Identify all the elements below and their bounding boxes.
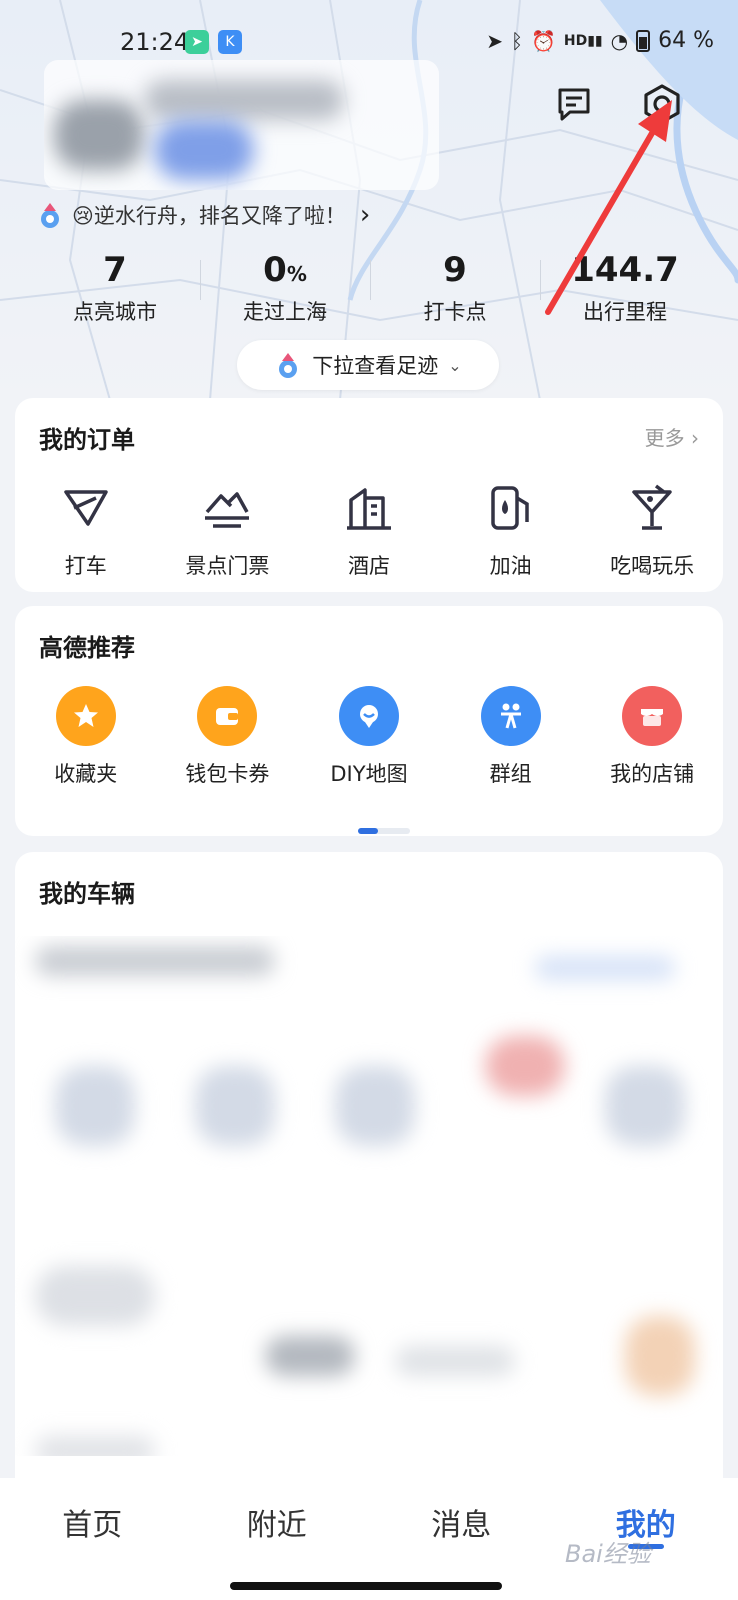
orders-grid: 打车 景点门票 酒店 加油 吃喝玩乐 — [15, 478, 723, 580]
bluetooth-icon: ᛒ — [510, 28, 523, 53]
message-icon — [558, 88, 590, 121]
orders-card: 我的订单 更多 › 打车 景点门票 酒店 加油 吃喝玩乐 — [15, 398, 723, 592]
username-blurred — [144, 80, 344, 120]
orders-more-link[interactable]: 更多 › — [645, 422, 699, 451]
home-indicator[interactable] — [230, 1582, 502, 1590]
stat-mileage[interactable]: 144.7 出行里程 — [540, 250, 710, 330]
order-label: 吃喝玩乐 — [610, 554, 695, 578]
settings-button[interactable] — [638, 80, 686, 128]
message-button[interactable] — [550, 80, 598, 128]
group-icon — [480, 686, 541, 746]
vehicle-content-blurred — [15, 936, 723, 1456]
order-fuel[interactable]: 加油 — [440, 478, 582, 580]
profile-card-blurred[interactable] — [44, 60, 439, 190]
taxi-icon — [56, 478, 116, 538]
wifi-icon: ◔ — [610, 28, 629, 53]
stat-label: 打卡点 — [423, 300, 487, 324]
travel-stats: 7 点亮城市 0% 走过上海 9 打卡点 144.7 出行里程 — [30, 250, 710, 330]
stat-value: 0 — [263, 250, 287, 290]
page-indicator — [358, 828, 410, 834]
order-label: 加油 — [489, 554, 532, 578]
view-footprint-button[interactable]: 下拉查看足迹 ⌄ — [237, 340, 499, 390]
shop-icon — [622, 686, 683, 746]
settings-icon — [644, 84, 680, 124]
watermark: Bai经验 — [565, 1540, 651, 1568]
navigation-app-icon: ➤ — [185, 30, 209, 54]
stat-label: 出行里程 — [583, 300, 667, 324]
order-hotel[interactable]: 酒店 — [298, 478, 440, 580]
footprint-label: 下拉查看足迹 — [312, 354, 439, 378]
cocktail-icon — [622, 478, 682, 538]
order-label: 酒店 — [347, 554, 390, 578]
tab-label: 附近 — [246, 1508, 307, 1543]
stat-unit: % — [286, 262, 307, 286]
battery-percent: 64 % — [658, 28, 714, 53]
level-badge-blurred — [154, 120, 254, 180]
recommend-favorites[interactable]: 收藏夹 — [15, 686, 157, 788]
status-bar: 21:24 ➤ K ➤ ᛒ ⏰ HD▮▮ ◔ 64 % — [0, 22, 738, 62]
stat-shanghai[interactable]: 0% 走过上海 — [200, 250, 370, 330]
recommend-diy-map[interactable]: DIY地图 — [298, 686, 440, 788]
stat-checkins[interactable]: 9 打卡点 — [370, 250, 540, 330]
vehicles-title: 我的车辆 — [39, 880, 135, 908]
orders-title: 我的订单 — [39, 426, 135, 454]
star-icon — [55, 686, 116, 746]
avatar[interactable] — [54, 100, 144, 170]
stat-label: 点亮城市 — [73, 300, 157, 324]
ranking-text: 😢逆水行舟，排名又降了啦！ — [72, 204, 346, 228]
tab-label: 消息 — [431, 1508, 492, 1543]
recommend-group[interactable]: 群组 — [440, 686, 582, 788]
order-taxi[interactable]: 打车 — [15, 478, 157, 580]
recommend-card: 高德推荐 收藏夹 钱包卡券 DIY地图 群组 我的店铺 — [15, 606, 723, 836]
stat-cities[interactable]: 7 点亮城市 — [30, 250, 200, 330]
status-time: 21:24 — [120, 28, 190, 56]
hd-signal-icon: HD▮▮ — [563, 32, 603, 49]
chevron-down-icon: ⌄ — [448, 355, 462, 375]
page-indicator-active — [358, 828, 378, 834]
recommend-title: 高德推荐 — [39, 634, 135, 662]
order-label: 景点门票 — [185, 554, 270, 578]
stat-value: 144.7 — [571, 250, 679, 290]
navigation-icon: ➤ — [486, 28, 503, 53]
wallet-icon — [197, 686, 258, 746]
order-scenic-ticket[interactable]: 景点门票 — [157, 478, 299, 580]
recommend-label: 我的店铺 — [610, 762, 695, 786]
vehicles-card: 我的车辆 — [15, 852, 723, 1492]
order-label: 打车 — [64, 554, 107, 578]
k-app-icon: K — [218, 30, 242, 54]
recommend-label: 群组 — [489, 762, 532, 786]
ranking-banner[interactable]: 😢逆水行舟，排名又降了啦！ › — [36, 198, 370, 232]
fuel-icon — [481, 478, 541, 538]
stat-value: 7 — [103, 250, 127, 290]
scenic-ticket-icon — [197, 478, 257, 538]
mascot-icon — [279, 353, 298, 378]
alarm-icon: ⏰ — [530, 28, 556, 53]
recommend-label: 钱包卡券 — [185, 762, 270, 786]
chevron-right-icon: › — [359, 200, 371, 230]
diy-map-icon — [338, 686, 399, 746]
recommend-label: DIY地图 — [330, 762, 408, 786]
mascot-icon — [41, 203, 59, 228]
stat-label: 走过上海 — [243, 300, 327, 324]
hotel-icon — [339, 478, 399, 538]
stat-value: 9 — [443, 250, 467, 290]
more-label: 更多 — [644, 426, 685, 450]
chevron-right-icon: › — [691, 426, 699, 450]
recommend-shop[interactable]: 我的店铺 — [581, 686, 723, 788]
recommend-wallet[interactable]: 钱包卡券 — [157, 686, 299, 788]
battery-icon — [636, 29, 651, 52]
recommend-label: 收藏夹 — [54, 762, 118, 786]
recommend-grid: 收藏夹 钱包卡券 DIY地图 群组 我的店铺 — [15, 686, 723, 788]
tab-label: 首页 — [62, 1508, 123, 1543]
order-entertainment[interactable]: 吃喝玩乐 — [581, 478, 723, 580]
tab-home[interactable]: 首页 — [0, 1500, 185, 1600]
